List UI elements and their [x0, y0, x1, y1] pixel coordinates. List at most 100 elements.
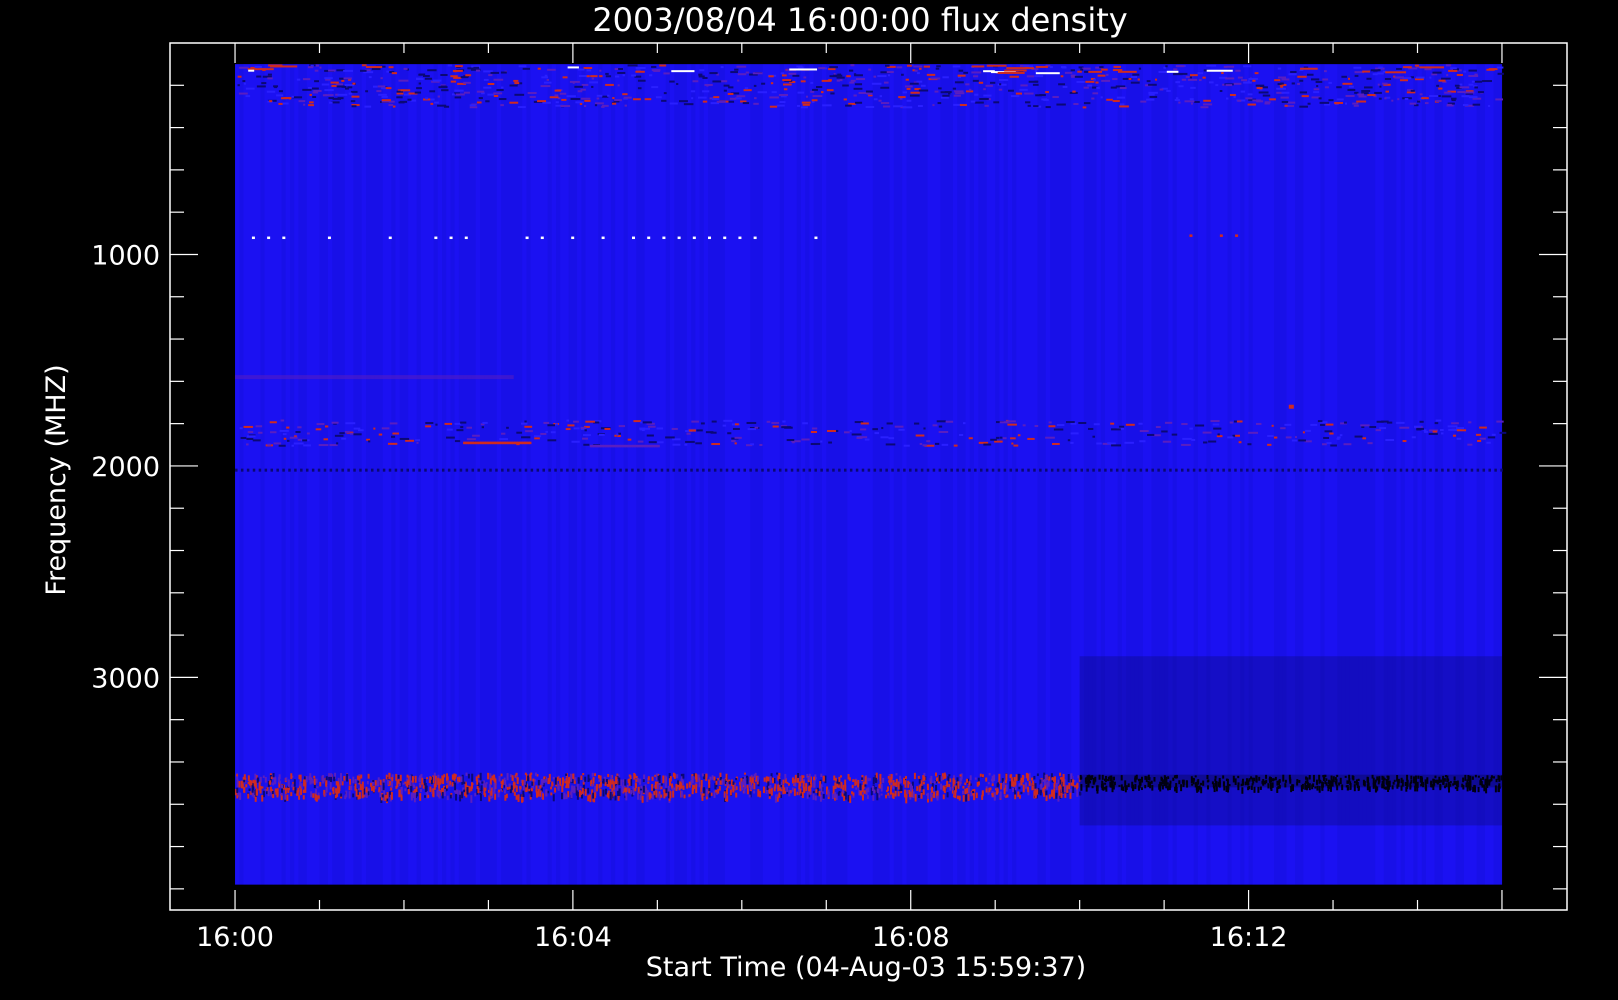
band-pixel — [278, 90, 283, 93]
band-pixel — [801, 438, 810, 441]
band-pixel — [1173, 73, 1183, 76]
band-pixel — [1439, 429, 1444, 432]
texture-column — [1050, 64, 1055, 885]
band-pixel — [1067, 439, 1071, 442]
band-pixel — [350, 100, 356, 103]
line-pixel — [861, 468, 865, 472]
y-tick-label: 1000 — [91, 240, 160, 271]
band-pixel — [356, 775, 359, 780]
band-pixel — [700, 422, 705, 425]
band-pixel — [594, 773, 597, 777]
texture-column — [792, 64, 798, 885]
band-pixel — [604, 788, 607, 795]
band-pixel — [1180, 784, 1183, 792]
band-pixel — [917, 72, 920, 75]
band-pixel — [1385, 786, 1388, 790]
band-pixel — [672, 790, 675, 798]
band-pixel — [962, 795, 965, 802]
band-pixel — [1112, 785, 1115, 790]
band-pixel — [269, 780, 272, 785]
band-pixel — [1020, 84, 1028, 87]
band-pixel — [673, 773, 676, 779]
band-pixel — [914, 422, 920, 425]
dark-region — [1079, 656, 1502, 826]
band-pixel — [1491, 433, 1496, 436]
band-pixel — [709, 72, 718, 75]
texture-column — [864, 64, 869, 885]
band-pixel — [256, 85, 266, 88]
line-pixel — [282, 236, 286, 240]
band-pixel — [1314, 786, 1317, 789]
band-pixel — [1378, 66, 1383, 69]
line-pixel — [696, 468, 699, 472]
band-pixel — [691, 787, 694, 795]
band-pixel — [1005, 784, 1008, 792]
texture-column — [247, 64, 253, 885]
line-pixel — [991, 468, 995, 472]
band-pixel — [392, 105, 396, 108]
texture-column — [1045, 64, 1051, 885]
band-pixel — [1117, 70, 1137, 73]
texture-column — [577, 64, 582, 885]
band-pixel — [466, 426, 473, 429]
band-pixel — [885, 794, 888, 799]
line-pixel — [371, 468, 374, 472]
band-pixel — [729, 789, 732, 796]
band-pixel — [1223, 65, 1228, 68]
band-pixel — [267, 789, 270, 797]
band-pixel — [839, 79, 843, 82]
band-pixel — [972, 79, 979, 82]
band-pixel — [564, 781, 567, 784]
line-pixel — [1039, 468, 1042, 472]
band-pixel — [812, 95, 823, 98]
line-pixel — [909, 468, 912, 472]
band-pixel — [942, 787, 945, 791]
line-pixel — [642, 468, 646, 472]
band-pixel — [669, 776, 672, 782]
band-pixel — [771, 777, 774, 784]
texture-column — [395, 64, 401, 885]
band-pixel — [935, 785, 938, 791]
band-pixel — [923, 427, 926, 430]
texture-column — [522, 64, 527, 885]
band-pixel — [459, 794, 462, 802]
texture-column — [813, 64, 819, 885]
band-pixel — [848, 102, 856, 105]
band-pixel — [948, 774, 951, 777]
band-pixel — [767, 776, 770, 782]
band-pixel — [750, 443, 755, 446]
band-pixel — [662, 789, 665, 793]
band-pixel — [746, 776, 749, 784]
band-pixel — [237, 84, 240, 87]
texture-column — [767, 64, 772, 885]
band-pixel — [1486, 775, 1489, 782]
band-pixel — [419, 793, 422, 801]
band-pixel — [1064, 71, 1073, 74]
band-pixel — [425, 425, 432, 428]
band-pixel — [914, 69, 918, 72]
band-pixel — [1313, 88, 1320, 91]
band-pixel — [1147, 780, 1150, 788]
band-pixel — [1477, 775, 1480, 778]
band-pixel — [1297, 82, 1300, 85]
band-pixel — [695, 777, 698, 783]
texture-column — [294, 64, 299, 885]
texture-column — [450, 64, 456, 885]
band-pixel — [690, 90, 696, 93]
band-pixel — [1474, 80, 1483, 83]
texture-column — [1041, 64, 1047, 885]
band-pixel — [542, 793, 545, 800]
band-pixel — [1434, 422, 1439, 425]
band-pixel — [591, 772, 594, 777]
band-pixel — [1370, 69, 1380, 72]
band-pixel — [291, 444, 294, 447]
band-pixel — [271, 790, 274, 795]
band-pixel — [1411, 436, 1416, 439]
line-pixel — [1435, 468, 1438, 472]
band-pixel — [1278, 779, 1281, 783]
band-pixel — [1345, 94, 1355, 97]
band-pixel — [427, 794, 430, 798]
texture-column — [277, 64, 282, 885]
band-pixel — [1215, 781, 1218, 788]
band-pixel — [935, 772, 938, 777]
